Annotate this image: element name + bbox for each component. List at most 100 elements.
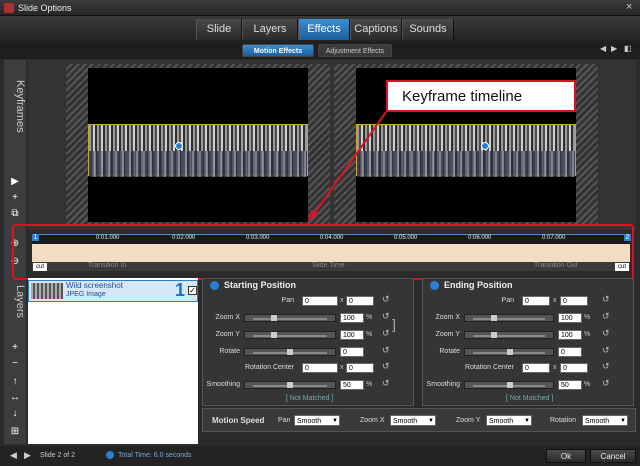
start-canvas bbox=[88, 68, 308, 222]
end-rc-label: Rotation Center bbox=[464, 364, 514, 371]
add-layer-icon[interactable]: + bbox=[8, 342, 22, 354]
start-preview[interactable] bbox=[66, 64, 330, 226]
next-arrow-icon[interactable]: ▶ bbox=[611, 44, 617, 53]
tab-adjustment-effects[interactable]: Adjustment Effects bbox=[318, 44, 392, 57]
start-smooth-slider[interactable] bbox=[244, 381, 336, 389]
motion-pan-select[interactable]: Smooth bbox=[294, 415, 340, 427]
start-rc-x[interactable]: 0 bbox=[302, 363, 338, 373]
start-smooth-value[interactable]: 50 bbox=[340, 380, 364, 390]
subtab-bar: Motion Effects Adjustment Effects bbox=[0, 42, 640, 59]
end-pan-x[interactable]: 0 bbox=[522, 296, 550, 306]
pct-label: % bbox=[584, 381, 591, 388]
motion-zoomx-label: Zoom X bbox=[360, 417, 385, 424]
end-rc-x[interactable]: 0 bbox=[522, 363, 550, 373]
motion-pan-label: Pan bbox=[278, 417, 291, 424]
motion-zoomy-select[interactable]: Smooth bbox=[486, 415, 532, 427]
callout-text: Keyframe timeline bbox=[402, 88, 523, 105]
pct-label: % bbox=[584, 331, 591, 338]
move-up-icon[interactable]: ↑ bbox=[8, 376, 22, 388]
end-not-matched: [ Not Matched ] bbox=[506, 395, 554, 402]
start-zoomy-value[interactable]: 100 bbox=[340, 330, 364, 340]
reset-icon[interactable]: ↺ bbox=[602, 361, 610, 372]
reset-icon[interactable]: ↺ bbox=[382, 294, 390, 305]
start-rotate-slider[interactable] bbox=[244, 348, 336, 356]
status-bar bbox=[0, 446, 640, 466]
end-smooth-value[interactable]: 50 bbox=[558, 380, 582, 390]
link-bracket-icon[interactable]: ] bbox=[392, 316, 396, 332]
clock-icon bbox=[106, 451, 114, 459]
title-bar: Slide Options × bbox=[0, 0, 640, 16]
end-zoomy-slider[interactable] bbox=[464, 331, 554, 339]
reset-icon[interactable]: ↺ bbox=[602, 311, 610, 322]
end-rotate-slider[interactable] bbox=[464, 348, 554, 356]
window-title: Slide Options bbox=[18, 3, 72, 13]
start-rotate-value[interactable]: 0 bbox=[340, 347, 364, 357]
end-zoomy-label: Zoom Y bbox=[435, 331, 460, 338]
end-zoomy-value[interactable]: 100 bbox=[558, 330, 582, 340]
start-zoomy-label: Zoom Y bbox=[215, 331, 240, 338]
end-position-icon bbox=[430, 281, 439, 290]
x-label: x bbox=[340, 297, 344, 304]
tab-effects[interactable]: Effects bbox=[298, 19, 350, 40]
layer-settings-icon[interactable]: ⊞ bbox=[8, 426, 22, 438]
starting-position-title: Starting Position bbox=[224, 280, 296, 290]
reset-icon[interactable]: ↺ bbox=[602, 328, 610, 339]
layer-thumbnail bbox=[31, 283, 63, 299]
collapse-icon[interactable]: ◧ bbox=[624, 44, 632, 53]
start-zoomx-slider[interactable] bbox=[244, 314, 336, 322]
reset-icon[interactable]: ↺ bbox=[602, 378, 610, 389]
tab-slide[interactable]: Slide bbox=[196, 19, 242, 40]
motion-speed-title: Motion Speed bbox=[212, 416, 265, 425]
start-layer-image[interactable] bbox=[88, 124, 308, 177]
move-both-icon[interactable]: ↔ bbox=[8, 392, 22, 404]
tab-sounds[interactable]: Sounds bbox=[402, 19, 454, 40]
tab-captions[interactable]: Captions bbox=[350, 19, 402, 40]
prev-arrow-icon[interactable]: ◀ bbox=[600, 44, 606, 53]
close-icon[interactable]: × bbox=[626, 1, 632, 13]
pct-label: % bbox=[366, 381, 373, 388]
reset-icon[interactable]: ↺ bbox=[602, 294, 610, 305]
layer-checkbox[interactable]: ✓ bbox=[188, 286, 197, 295]
reset-icon[interactable]: ↺ bbox=[382, 345, 390, 356]
start-pan-y[interactable]: 0 bbox=[346, 296, 374, 306]
end-layer-image[interactable] bbox=[356, 124, 576, 177]
reset-icon[interactable]: ↺ bbox=[382, 328, 390, 339]
end-zoomx-value[interactable]: 100 bbox=[558, 313, 582, 323]
ok-button[interactable]: Ok bbox=[546, 449, 586, 463]
start-not-matched: [ Not Matched ] bbox=[286, 395, 334, 402]
end-center-marker[interactable] bbox=[481, 142, 489, 150]
cancel-button[interactable]: Cancel bbox=[590, 449, 636, 463]
start-rc-y[interactable]: 0 bbox=[346, 363, 374, 373]
reset-icon[interactable]: ↺ bbox=[382, 378, 390, 389]
end-rotate-label: Rotate bbox=[439, 348, 460, 355]
prev-slide-icon[interactable]: ◀ bbox=[10, 450, 17, 461]
start-pan-x[interactable]: 0 bbox=[302, 296, 338, 306]
end-pan-y[interactable]: 0 bbox=[560, 296, 588, 306]
tab-layers[interactable]: Layers bbox=[242, 19, 298, 40]
remove-layer-icon[interactable]: − bbox=[8, 358, 22, 370]
start-rc-label: Rotation Center bbox=[244, 364, 294, 371]
start-zoomx-value[interactable]: 100 bbox=[340, 313, 364, 323]
app-icon bbox=[4, 3, 14, 13]
end-rotate-value[interactable]: 0 bbox=[558, 347, 582, 357]
x-label: x bbox=[553, 364, 557, 371]
start-smooth-label: Smoothing bbox=[206, 381, 240, 388]
start-position-icon bbox=[210, 281, 219, 290]
end-zoomx-slider[interactable] bbox=[464, 314, 554, 322]
play-icon[interactable]: ▶ bbox=[8, 176, 22, 188]
move-down-icon[interactable]: ↓ bbox=[8, 408, 22, 420]
keyframe-options-icon[interactable]: ⧉ bbox=[8, 208, 22, 220]
tab-motion-effects[interactable]: Motion Effects bbox=[242, 44, 314, 57]
start-zoomy-slider[interactable] bbox=[244, 331, 336, 339]
motion-rotation-select[interactable]: Smooth bbox=[582, 415, 628, 427]
add-keyframe-icon[interactable]: + bbox=[8, 192, 22, 204]
reset-icon[interactable]: ↺ bbox=[382, 311, 390, 322]
end-smooth-slider[interactable] bbox=[464, 381, 554, 389]
reset-icon[interactable]: ↺ bbox=[382, 361, 390, 372]
layer-type: JPEG Image bbox=[66, 291, 106, 298]
next-slide-icon[interactable]: ▶ bbox=[24, 450, 31, 461]
start-center-marker[interactable] bbox=[175, 142, 183, 150]
reset-icon[interactable]: ↺ bbox=[602, 345, 610, 356]
end-rc-y[interactable]: 0 bbox=[560, 363, 588, 373]
motion-zoomx-select[interactable]: Smooth bbox=[390, 415, 436, 427]
